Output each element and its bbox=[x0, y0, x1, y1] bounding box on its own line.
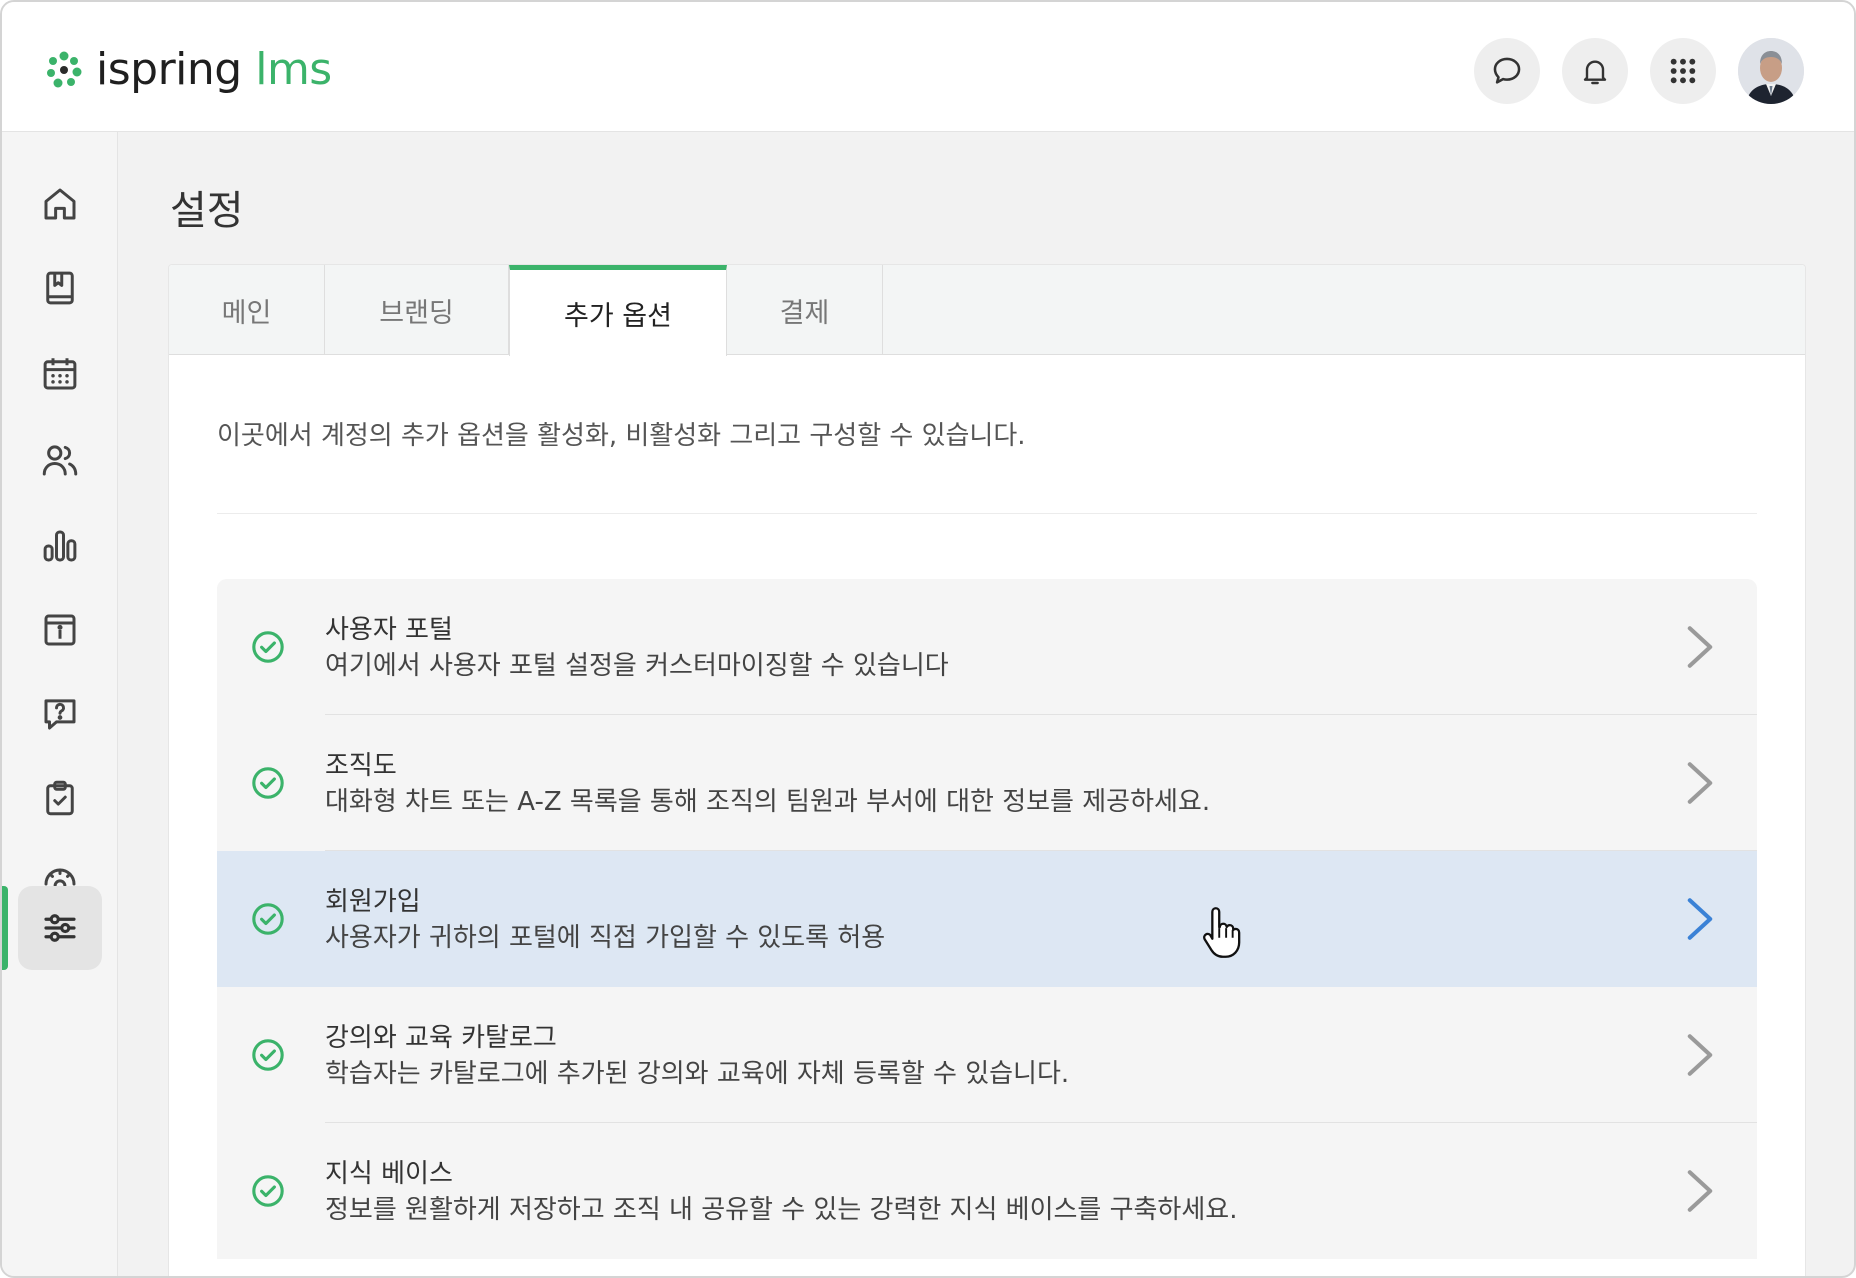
sidebar-item-users[interactable] bbox=[18, 418, 102, 502]
option-row-org-chart[interactable]: 조직도 대화형 차트 또는 A-Z 목록을 통해 조직의 팀원과 부서에 대한 … bbox=[217, 715, 1757, 851]
check-circle-icon bbox=[252, 1175, 284, 1207]
logo-word-ispring: ispring bbox=[96, 44, 242, 95]
chevron-right-icon bbox=[1687, 1034, 1713, 1076]
divider bbox=[217, 513, 1757, 514]
page-title: 설정 bbox=[170, 188, 244, 234]
option-row-registration[interactable]: 회원가입 사용자가 귀하의 포털에 직접 가입할 수 있도록 허용 bbox=[217, 851, 1757, 987]
users-icon bbox=[42, 445, 78, 476]
calendar-icon bbox=[43, 358, 77, 390]
settings-card: 메인 브랜딩 추가 옵션 결제 이곳에서 계정의 추가 옵션을 활성화, 비활성… bbox=[168, 264, 1806, 1276]
sidebar-item-calendar[interactable] bbox=[18, 332, 102, 416]
home-icon bbox=[44, 188, 76, 220]
reports-icon bbox=[43, 530, 77, 562]
check-circle-icon bbox=[252, 767, 284, 799]
check-circle-icon bbox=[252, 903, 284, 935]
option-subtitle: 정보를 원활하게 저장하고 조직 내 공유할 수 있는 강력한 지식 베이스를 … bbox=[325, 1195, 1238, 1225]
option-title: 사용자 포털 bbox=[325, 615, 453, 645]
chevron-right-icon bbox=[1687, 898, 1713, 940]
option-row-user-portal[interactable]: 사용자 포털 여기에서 사용자 포털 설정을 커스터마이징할 수 있습니다 bbox=[217, 579, 1757, 715]
ispring-logo[interactable]: ispring lms bbox=[44, 48, 332, 92]
chat-icon bbox=[1493, 57, 1521, 84]
bell-icon bbox=[1583, 60, 1607, 85]
notifications-button[interactable] bbox=[1562, 38, 1628, 104]
sidebar-item-info[interactable] bbox=[18, 588, 102, 672]
app-window: ispring lms 설정 메인 브랜딩 추가 옵션 결제 이곳에서 계정의 … bbox=[0, 0, 1856, 1278]
sidebar-item-settings[interactable] bbox=[18, 886, 102, 970]
apps-grid-icon bbox=[1670, 58, 1696, 84]
tab-branding[interactable]: 브랜딩 bbox=[325, 265, 509, 355]
option-subtitle: 학습자는 카탈로그에 추가된 강의와 교육에 자체 등록할 수 있습니다. bbox=[325, 1059, 1070, 1089]
option-row-knowledge-base[interactable]: 지식 베이스 정보를 원활하게 저장하고 조직 내 공유할 수 있는 강력한 지… bbox=[217, 1123, 1757, 1259]
book-icon bbox=[46, 271, 74, 305]
option-row-course-catalog[interactable]: 강의와 교육 카탈로그 학습자는 카탈로그에 추가된 강의와 교육에 자체 등록… bbox=[217, 987, 1757, 1123]
sidebar-item-reports[interactable] bbox=[18, 504, 102, 588]
tab-billing[interactable]: 결제 bbox=[727, 265, 883, 355]
help-icon bbox=[44, 699, 76, 730]
settings-tabs: 메인 브랜딩 추가 옵션 결제 bbox=[169, 265, 1805, 356]
hand-cursor-icon bbox=[1203, 907, 1241, 958]
option-subtitle: 대화형 차트 또는 A-Z 목록을 통해 조직의 팀원과 부서에 대한 정보를 … bbox=[325, 787, 1211, 817]
top-bar: ispring lms bbox=[2, 2, 1854, 132]
chevron-right-icon bbox=[1687, 762, 1713, 804]
logo-word-lms: lms bbox=[255, 44, 332, 95]
tasks-icon bbox=[46, 780, 74, 816]
chevron-right-icon bbox=[1687, 1170, 1713, 1212]
logo-wordmark: ispring lms bbox=[96, 48, 332, 92]
sidebar-item-tasks[interactable] bbox=[18, 756, 102, 840]
sidebar-item-courses[interactable] bbox=[18, 246, 102, 330]
chat-button[interactable] bbox=[1474, 38, 1540, 104]
apps-button[interactable] bbox=[1650, 38, 1716, 104]
ispring-logo-icon bbox=[47, 51, 82, 88]
chevron-right-icon bbox=[1687, 626, 1713, 668]
active-nav-indicator bbox=[2, 886, 8, 970]
sidebar bbox=[2, 132, 118, 1276]
option-title: 지식 베이스 bbox=[325, 1159, 453, 1189]
user-avatar[interactable] bbox=[1738, 38, 1804, 104]
option-subtitle: 사용자가 귀하의 포털에 직접 가입할 수 있도록 허용 bbox=[325, 923, 886, 953]
sidebar-item-help[interactable] bbox=[18, 672, 102, 756]
settings-sliders-icon bbox=[44, 914, 76, 942]
header-actions bbox=[1474, 38, 1804, 104]
tab-additional-options[interactable]: 추가 옵션 bbox=[509, 265, 727, 356]
options-list: 사용자 포털 여기에서 사용자 포털 설정을 커스터마이징할 수 있습니다 조직… bbox=[217, 579, 1757, 1259]
sidebar-item-home[interactable] bbox=[18, 162, 102, 246]
option-title: 조직도 bbox=[325, 751, 397, 781]
option-title: 회원가입 bbox=[325, 887, 421, 917]
option-title: 강의와 교육 카탈로그 bbox=[325, 1023, 557, 1053]
check-circle-icon bbox=[252, 631, 284, 663]
user-photo bbox=[1738, 38, 1804, 104]
check-circle-icon bbox=[252, 1039, 284, 1071]
option-subtitle: 여기에서 사용자 포털 설정을 커스터마이징할 수 있습니다 bbox=[325, 651, 949, 681]
tab-main[interactable]: 메인 bbox=[169, 265, 325, 355]
options-description: 이곳에서 계정의 추가 옵션을 활성화, 비활성화 그리고 구성할 수 있습니다… bbox=[217, 421, 1026, 451]
info-icon bbox=[44, 614, 76, 646]
